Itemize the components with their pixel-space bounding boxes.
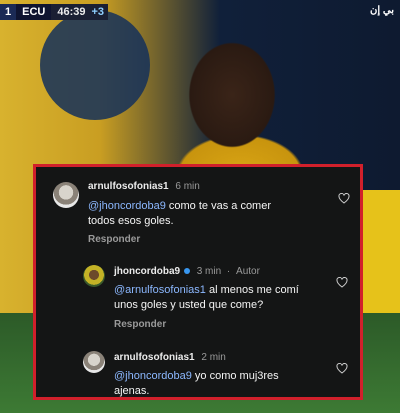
scoreboard: 1 ECU 46:39 +3 xyxy=(0,4,109,20)
comment-header: jhoncordoba9 3 min · Autor xyxy=(114,266,260,277)
comment-line-2: unos goles y usted que come? xyxy=(114,299,264,311)
channel-logo: بي إن xyxy=(369,5,394,16)
scoreboard-team: ECU xyxy=(16,4,52,20)
comment-line-1: yo como muj3res xyxy=(194,370,279,382)
heart-icon[interactable] xyxy=(338,193,350,204)
scoreboard-time: 46:39 xyxy=(51,4,92,20)
comments-panel: arnulfosofonias1 6 min @jhoncordoba9 com… xyxy=(33,164,363,400)
avatar[interactable] xyxy=(83,265,105,287)
mention-link[interactable]: @arnulfosofonias1 xyxy=(114,284,206,296)
heart-icon[interactable] xyxy=(336,363,348,374)
mention-link[interactable]: @jhoncordoba9 xyxy=(114,370,192,382)
background-graphic xyxy=(40,10,150,120)
jersey-shape xyxy=(360,190,400,320)
comment-text: @jhoncordoba9 yo como muj3res ajenas. xyxy=(114,369,279,399)
separator: · xyxy=(226,266,231,277)
comment-time: 2 min xyxy=(201,352,226,363)
verified-badge-icon xyxy=(183,268,190,275)
author-label: Autor xyxy=(236,266,260,277)
comment-header: arnulfosofonias1 6 min xyxy=(88,181,200,192)
comment-line-1: como te vas a comer xyxy=(168,200,271,212)
comment-time: 6 min xyxy=(175,181,200,192)
reply-button[interactable]: Responder xyxy=(114,319,166,330)
comment-text: @jhoncordoba9 como te vas a comer todos … xyxy=(88,199,271,229)
reply-button[interactable]: Responder xyxy=(88,234,140,245)
comment-time: 3 min xyxy=(196,266,222,277)
mention-link[interactable]: @jhoncordoba9 xyxy=(88,200,166,212)
username[interactable]: arnulfosofonias1 xyxy=(88,181,169,192)
comment-line-1: al menos me comí xyxy=(208,284,299,296)
username[interactable]: arnulfosofonias1 xyxy=(114,352,195,363)
scoreboard-score: 1 xyxy=(0,4,17,20)
avatar[interactable] xyxy=(53,182,79,208)
heart-icon[interactable] xyxy=(336,277,348,288)
comment-text: @arnulfosofonias1 al menos me comí unos … xyxy=(114,283,299,313)
comment-header: arnulfosofonias1 2 min xyxy=(114,352,226,363)
comment-line-2: todos esos goles. xyxy=(88,215,174,227)
scoreboard-added-time: +3 xyxy=(91,4,109,20)
comment-line-2: ajenas. xyxy=(114,385,150,397)
avatar[interactable] xyxy=(83,351,105,373)
username[interactable]: jhoncordoba9 xyxy=(114,266,180,277)
